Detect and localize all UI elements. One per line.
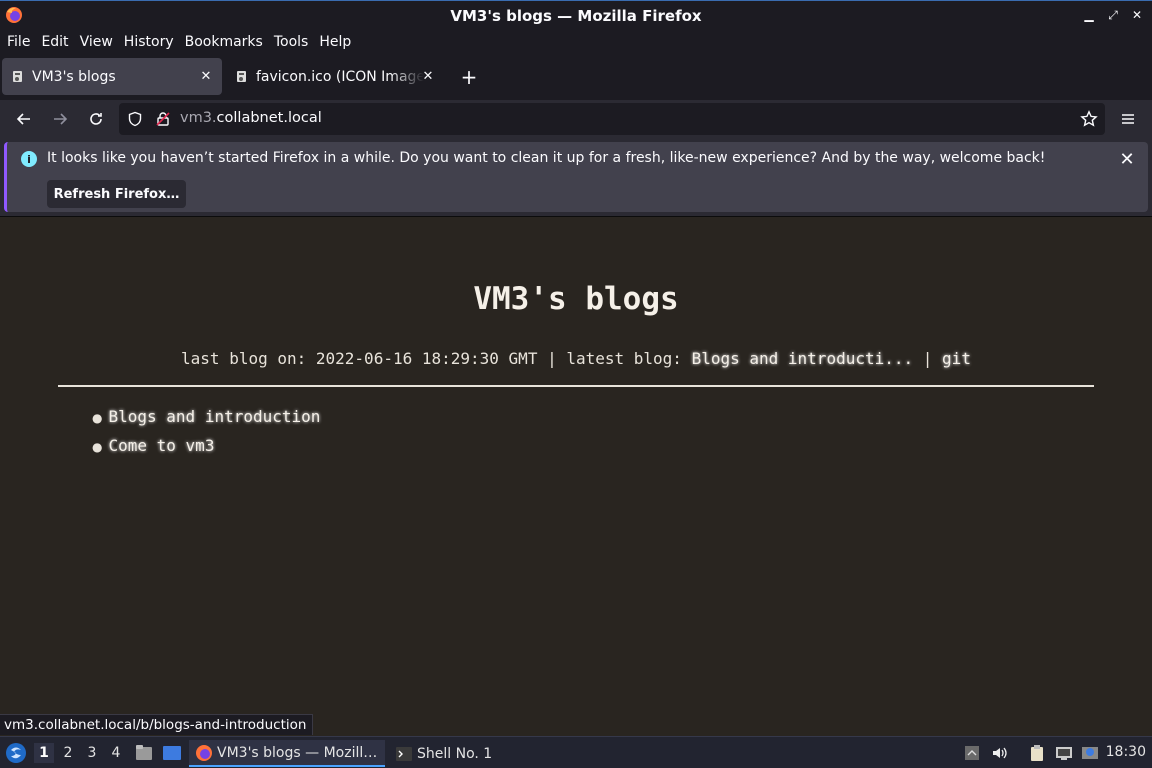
divider	[58, 385, 1094, 387]
menu-bookmarks[interactable]: Bookmarks	[181, 34, 267, 50]
tab-favicon-image[interactable]: favicon.ico (ICON Image, ✕	[226, 58, 444, 95]
lock-icon[interactable]	[155, 111, 171, 127]
list-item: ● Blogs and introduction	[92, 403, 320, 432]
volume-icon[interactable]	[991, 744, 1009, 762]
forward-button[interactable]	[49, 108, 71, 130]
favicon-icon	[13, 70, 22, 82]
taskbar-task-label: VM3's blogs — Mozill…	[217, 744, 378, 761]
taskbar: 1 2 3 4 VM3's blogs — Mozill… Shell No. …	[0, 736, 1152, 768]
close-icon[interactable]: ✕	[1130, 7, 1144, 23]
tab-label: favicon.ico (ICON Image,	[256, 68, 424, 85]
firefox-logo-icon	[196, 744, 212, 761]
bullet-icon: ●	[92, 411, 103, 425]
tray-expand-icon[interactable]	[963, 744, 981, 762]
bullet-icon: ●	[92, 440, 103, 454]
blog-post-list: ● Blogs and introduction ● Come to vm3	[92, 403, 320, 461]
page-title: VM3's blogs	[473, 281, 679, 317]
taskbar-task-label: Shell No. 1	[417, 745, 493, 762]
back-arrow-icon	[16, 113, 30, 125]
reload-icon	[90, 113, 102, 125]
navigation-toolbar: vm3.collabnet.local	[0, 100, 1152, 138]
workspace-2[interactable]: 2	[58, 743, 78, 763]
tab-bar: VM3's blogs ✕ favicon.ico (ICON Image, ✕…	[0, 54, 1152, 100]
post-link[interactable]: Blogs and introduction	[108, 407, 320, 426]
menu-view[interactable]: View	[76, 34, 117, 50]
clipboard-icon[interactable]	[1028, 744, 1046, 762]
favicon-icon	[237, 70, 246, 82]
clock[interactable]: 18:30	[1106, 744, 1146, 760]
refresh-notification-bar: i It looks like you haven’t started Fire…	[4, 142, 1148, 212]
window-title: VM3's blogs — Mozilla Firefox	[450, 6, 702, 25]
post-link[interactable]: Come to vm3	[108, 436, 214, 455]
tab-label: VM3's blogs	[32, 68, 116, 85]
window-titlebar: VM3's blogs — Mozilla Firefox ▁ ⤢ ✕	[0, 0, 1152, 30]
tab-close-icon[interactable]: ✕	[198, 68, 214, 84]
refresh-firefox-button[interactable]: Refresh Firefox…	[47, 180, 186, 208]
back-button[interactable]	[13, 108, 35, 130]
firefox-logo-icon	[6, 7, 22, 23]
menu-edit[interactable]: Edit	[37, 34, 72, 50]
latest-blog-link[interactable]: Blogs and introducti...	[692, 349, 914, 368]
meta-separator: |	[913, 349, 943, 368]
app-menu-button[interactable]	[1117, 108, 1139, 130]
restore-icon[interactable]: ⤢	[1106, 7, 1120, 23]
list-item: ● Come to vm3	[92, 432, 320, 461]
reload-button[interactable]	[85, 108, 107, 130]
menubar: File Edit View History Bookmarks Tools H…	[0, 30, 1152, 54]
hamburger-menu-icon	[1122, 114, 1134, 124]
git-link[interactable]: git	[942, 349, 971, 368]
menu-tools[interactable]: Tools	[270, 34, 313, 50]
tab-vm3-blogs[interactable]: VM3's blogs ✕	[2, 58, 222, 95]
tab-close-icon[interactable]: ✕	[420, 68, 436, 84]
notification-message: It looks like you haven’t started Firefo…	[47, 150, 1046, 166]
menu-file[interactable]: File	[3, 34, 34, 50]
shield-icon[interactable]	[127, 111, 143, 127]
info-icon: i	[21, 151, 37, 167]
file-manager-icon[interactable]	[134, 743, 154, 763]
status-link-preview: vm3.collabnet.local/b/blogs-and-introduc…	[0, 714, 314, 735]
start-menu-icon[interactable]	[4, 741, 28, 765]
blog-meta: last blog on: 2022-06-16 18:29:30 GMT | …	[0, 349, 1152, 368]
network-icon[interactable]	[1055, 744, 1073, 762]
workspace-1[interactable]: 1	[34, 743, 54, 763]
page-content: VM3's blogs last blog on: 2022-06-16 18:…	[0, 216, 1152, 736]
notification-icon[interactable]	[1081, 744, 1099, 762]
show-desktop-icon[interactable]	[162, 743, 182, 763]
url-host-prefix: vm3.	[180, 110, 217, 126]
url-bar[interactable]: vm3.collabnet.local	[119, 103, 1105, 135]
star-icon[interactable]	[1080, 110, 1098, 128]
forward-arrow-icon	[54, 113, 68, 125]
new-tab-button[interactable]: +	[458, 65, 480, 89]
menu-history[interactable]: History	[120, 34, 178, 50]
workspace-3[interactable]: 3	[82, 743, 102, 763]
minimize-icon[interactable]: ▁	[1082, 7, 1096, 23]
close-icon[interactable]: ✕	[1118, 149, 1136, 170]
workspace-4[interactable]: 4	[106, 743, 126, 763]
taskbar-shell-window[interactable]: Shell No. 1	[389, 740, 509, 767]
taskbar-firefox-window[interactable]: VM3's blogs — Mozill…	[189, 740, 385, 767]
meta-prefix: last blog on: 2022-06-16 18:29:30 GMT | …	[181, 349, 692, 368]
terminal-icon	[396, 746, 412, 761]
menu-help[interactable]: Help	[315, 34, 355, 50]
url-text[interactable]: vm3.collabnet.local	[180, 110, 322, 126]
url-host: collabnet.local	[216, 110, 322, 126]
